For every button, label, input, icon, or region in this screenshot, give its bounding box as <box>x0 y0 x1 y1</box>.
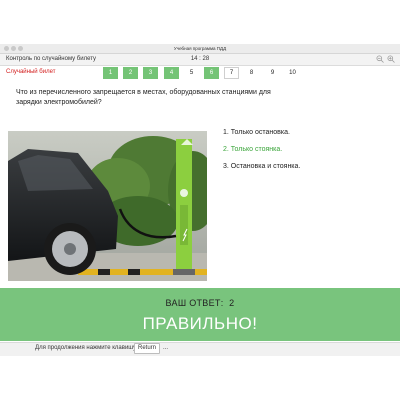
timer: 14 : 28 <box>190 56 210 62</box>
question-button-1[interactable]: 1 <box>103 67 118 79</box>
question-image <box>8 131 207 281</box>
your-answer-line: ВАШ ОТВЕТ: 2 <box>0 298 400 308</box>
answer-option-3[interactable]: 3. Остановка и стоянка. <box>223 162 393 171</box>
question-button-2[interactable]: 2 <box>123 67 138 79</box>
question-button-4[interactable]: 4 <box>164 67 179 79</box>
your-answer-value: 2 <box>229 298 235 308</box>
answer-option-2[interactable]: 2. Только стоянка. <box>223 145 393 154</box>
continue-hint: Для продолжения нажмите клавишу <box>35 345 137 351</box>
your-answer-label: ВАШ ОТВЕТ: <box>165 298 224 308</box>
hint-ellipsis: ... <box>163 345 169 351</box>
window-title: Учебная программа ПДД <box>173 46 227 51</box>
zoom-in-icon[interactable] <box>387 55 395 63</box>
question-button-10[interactable]: 10 <box>285 67 300 79</box>
question-button-9[interactable]: 9 <box>265 67 280 79</box>
question-button-5[interactable]: 5 <box>184 67 199 79</box>
return-key-button[interactable]: Return <box>134 343 160 354</box>
ticket-label: Случайный билет <box>6 69 56 75</box>
answer-list: 1. Только остановка. 2. Только стоянка. … <box>223 128 393 179</box>
answer-option-1[interactable]: 1. Только остановка. <box>223 128 393 137</box>
question-text: Что из перечисленного запрещается в мест… <box>16 89 271 106</box>
mode-title: Контроль по случайному билету <box>6 56 97 62</box>
verdict-text: ПРАВИЛЬНО! <box>142 314 258 333</box>
question-button-3[interactable]: 3 <box>143 67 158 79</box>
question-button-7[interactable]: 7 <box>224 67 239 79</box>
question-button-6[interactable]: 6 <box>204 67 219 79</box>
question-button-8[interactable]: 8 <box>244 67 259 79</box>
zoom-out-icon[interactable] <box>376 55 384 63</box>
